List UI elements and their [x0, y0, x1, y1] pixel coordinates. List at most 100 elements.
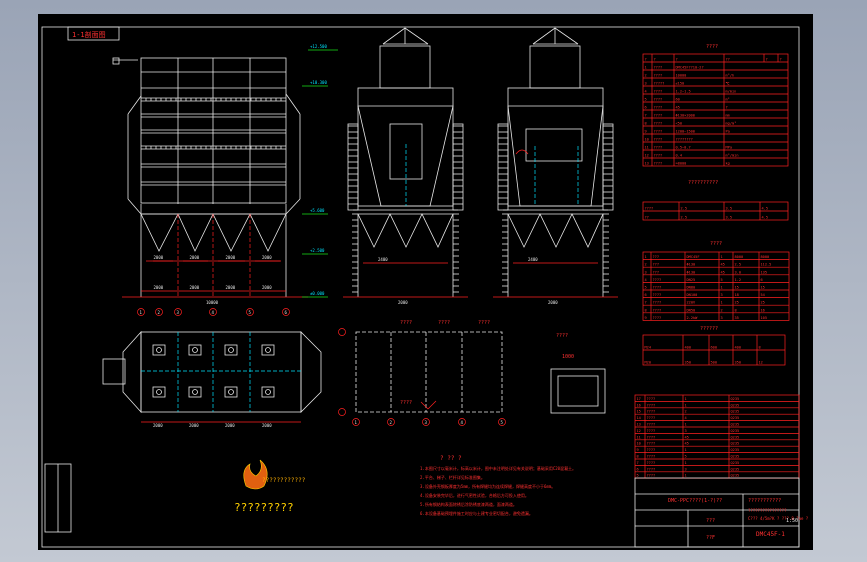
parts-cell-8-1: ????: [647, 448, 656, 452]
parts-cell-1-3: Q235: [731, 403, 740, 407]
parts-cell-11-1: ????: [647, 467, 656, 471]
params-cell-8-1: ????: [654, 122, 663, 126]
parts-cell-10-2: 1: [685, 461, 687, 465]
side2-rails-dim-0: 2400: [528, 257, 538, 262]
params-cell-9-3: Pa: [726, 130, 730, 134]
parts-cell-3-2: 4: [685, 416, 687, 420]
parts-cell-9-0: 8: [637, 455, 639, 459]
parts-cell-5-3: Q235: [731, 429, 740, 433]
anchor-cell-1-1: 350: [685, 361, 692, 365]
parts-cell-0-1: ????: [647, 397, 656, 401]
tb-label-left2: ??F: [706, 535, 715, 541]
parts-cell-5-0: 12: [637, 429, 641, 433]
parameters-table: ???? ?????? ? 1???? DMC45F??10-2? 2???? 10000…: [642, 44, 789, 167]
anchor-cell-0-1: 400: [685, 346, 692, 350]
parts-cell-12-2: 1: [685, 474, 687, 478]
mat-cell-4-3: 1: [721, 286, 723, 290]
params-cell-1-1: ????: [654, 66, 663, 70]
mat-cell-1-3: 45: [721, 263, 725, 267]
front-dim-upper-0: 2000: [154, 255, 164, 260]
elevation-0: +12.500: [310, 44, 327, 49]
mat-cell-1-0: 2: [645, 263, 647, 267]
axis-label-0: 1: [140, 310, 143, 315]
mat-cell-3-5: 6: [761, 278, 763, 282]
parts-cell-4-0: 13: [637, 423, 641, 427]
params-cell-8-2: <50: [676, 122, 683, 126]
params-cell-3-1: ?????: [654, 82, 665, 86]
mat-cell-6-0: 7: [645, 301, 647, 305]
drawing-canvas[interactable]: 1-1剖面图 2000 2000 2000 2000 2000 2000 200…: [38, 14, 813, 550]
params-cell-0-4: ?: [766, 58, 768, 62]
materials-table: ???? 1??? DMC45F 1 8000 80002??? Φ130 45 2.5 112…: [642, 241, 790, 321]
note-5: 5.所有钢结构表面除锈后涂防锈底漆两道，面漆两道。: [420, 501, 517, 507]
elevation-1: +10.300: [310, 80, 327, 85]
mat-cell-0-2: DMC45F: [687, 255, 700, 259]
parts-cell-6-3: Q235: [731, 435, 740, 439]
params-cell-4-2: 1.2~1.5: [676, 90, 691, 94]
parts-cell-2-2: 2: [685, 410, 687, 414]
anchor-cell-0-2: 600: [711, 346, 718, 350]
small-cell-1-2: 3.5: [726, 216, 733, 220]
params-cell-3-3: ℃: [726, 82, 731, 86]
parts-cell-0-2: 1: [685, 397, 687, 401]
parts-cell-6-1: ????: [647, 435, 656, 439]
parts-cell-7-2: 45: [685, 442, 689, 446]
plan-dim-2: 2000: [225, 423, 235, 428]
params-cell-7-1: ????: [654, 114, 663, 118]
view-label: 1-1剖面图: [72, 30, 106, 39]
mat-cell-1-5: 112.5: [761, 263, 772, 267]
plan-dim-0: 2000: [153, 423, 163, 428]
elevation-3: +2.500: [310, 248, 325, 253]
drawing-sheet: 1-1剖面图 200020002000200020002000200020001…: [41, 26, 809, 548]
front-dim-upper-3: 2000: [262, 255, 272, 260]
found-row-0: [338, 328, 346, 336]
parts-cell-1-2: 1: [685, 403, 687, 407]
parts-cell-0-0: 17: [637, 397, 641, 401]
anchor-table: ?????? M24 400 600 400 8 M20 350 500 350 12: [642, 326, 786, 366]
front-axis-bubbles: 1 2 3 4 5 6: [137, 308, 290, 316]
mat-cell-8-5: 105: [761, 316, 768, 320]
params-cell-0-0: ?: [645, 58, 647, 62]
parts-cell-7-0: 10: [637, 442, 641, 446]
params-cell-10-2: ????????: [676, 138, 693, 142]
plan-dim-3: 2000: [262, 423, 272, 428]
mat-cell-8-4: 35: [735, 316, 739, 320]
parts-cell-5-2: 3: [685, 429, 687, 433]
small-cell-0-1: 2.5: [681, 207, 688, 211]
params-cell-5-2: 60: [676, 98, 680, 102]
parts-cell-9-2: 5: [685, 455, 687, 459]
params-cell-11-2: 0.5~0.7: [676, 146, 691, 150]
mat-cell-2-3: 45: [721, 270, 725, 274]
side1-rails-dim-0: 2400: [378, 257, 388, 262]
mat-cell-6-4: 25: [735, 301, 739, 305]
params-cell-0-1: ?: [654, 58, 656, 62]
anchor-cell-1-2: 500: [711, 361, 718, 365]
axis-label-2: 3: [177, 310, 180, 315]
side-elevation-right: [493, 27, 618, 298]
small-cell-1-3: 4.5: [762, 216, 769, 220]
mat-cell-2-0: 3: [645, 270, 647, 274]
mat-cell-7-4: 8: [735, 308, 737, 312]
plan-dim-1: 2000: [189, 423, 199, 428]
parts-cell-8-0: 9: [637, 448, 639, 452]
parts-cell-10-3: Q235: [731, 461, 740, 465]
params-cell-2-0: 2: [645, 74, 647, 78]
found-row-1: [338, 408, 346, 416]
parts-cell-8-3: Q235: [731, 448, 740, 452]
parts-cell-9-3: Q235: [731, 455, 740, 459]
mat-cell-3-2: DN25: [687, 278, 696, 282]
valve-1-0: [152, 386, 166, 398]
params-cell-13-3: kg: [726, 162, 730, 166]
note-3: 3.设备外壳钢板厚度为5mm，所有焊缝均为连续焊缝，焊缝高度不小于6mm。: [420, 483, 555, 489]
mat-cell-1-1: ???: [653, 263, 660, 267]
params-cell-5-1: ????: [654, 98, 663, 102]
mat-cell-7-2: DN50: [687, 308, 696, 312]
plan-valve-array: 2000 2000 2000 2000: [141, 344, 301, 428]
params-cell-6-1: ????: [654, 106, 663, 110]
params-cell-7-2: Φ130×2000: [676, 114, 695, 118]
valve-knob-1-2: [228, 389, 234, 395]
parts-cell-6-2: 45: [685, 435, 689, 439]
company-logo: ???????????? ?????????: [234, 459, 306, 514]
company-name: ?????????: [234, 501, 294, 514]
parts-cell-3-3: Q235: [731, 416, 740, 420]
